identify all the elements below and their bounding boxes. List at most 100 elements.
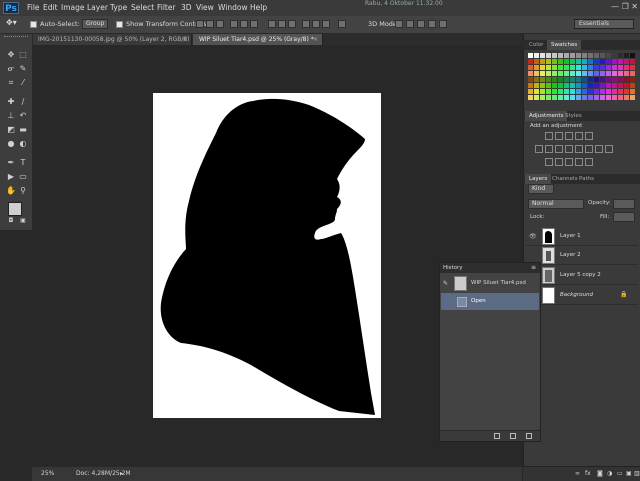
layer-row[interactable]: Layer 2 [526, 246, 638, 265]
distribute-top-icon[interactable] [268, 20, 276, 28]
swatch-cell[interactable] [540, 77, 545, 82]
swatch-cell[interactable] [576, 59, 581, 64]
swatch-cell[interactable] [618, 95, 623, 100]
swatch-cell[interactable] [600, 83, 605, 88]
auto-align-icon[interactable] [338, 20, 346, 28]
adjustment-icon[interactable] [585, 158, 593, 166]
swatch-cell[interactable] [618, 65, 623, 70]
adjustment-icon[interactable] [575, 158, 583, 166]
swatch-cell[interactable] [576, 89, 581, 94]
adjustment-icon[interactable] [555, 145, 563, 153]
auto-select-dropdown[interactable]: Group [82, 19, 108, 29]
dodge-icon[interactable]: ◐ [18, 139, 28, 149]
marquee-icon[interactable]: ⬚ [18, 50, 28, 60]
toolbox-grip[interactable] [4, 36, 28, 39]
document-canvas[interactable] [153, 93, 381, 418]
shape-icon[interactable]: ▭ [18, 172, 28, 182]
swatch-cell[interactable] [528, 83, 533, 88]
swatch-cell[interactable] [624, 65, 629, 70]
swatch-cell[interactable] [606, 71, 611, 76]
blend-mode-dropdown[interactable]: Normal [528, 199, 584, 209]
crop-icon[interactable]: ⌗ [6, 78, 16, 88]
swatch-cell[interactable] [594, 83, 599, 88]
3d-slide-icon[interactable] [428, 20, 436, 28]
3d-rotate-icon[interactable] [395, 20, 403, 28]
swatch-cell[interactable] [540, 83, 545, 88]
move-tool-preset-icon[interactable]: ✥▾ [6, 18, 17, 27]
adjustment-icon[interactable] [595, 145, 603, 153]
swatch-cell[interactable] [528, 95, 533, 100]
swatch-cell[interactable] [528, 71, 533, 76]
adjustment-icon[interactable] [565, 132, 573, 140]
align-center-icon[interactable] [240, 20, 248, 28]
swatch-cell[interactable] [582, 71, 587, 76]
swatch-cell[interactable] [558, 59, 563, 64]
swatch-cell[interactable] [630, 59, 635, 64]
blur-icon[interactable]: ● [6, 139, 16, 149]
swatch-cell[interactable] [552, 71, 557, 76]
swatch-cell[interactable] [528, 59, 533, 64]
swatch-cell[interactable] [534, 71, 539, 76]
swatch-cell[interactable] [612, 83, 617, 88]
swatch-cell[interactable] [564, 59, 569, 64]
swatch-cell[interactable] [630, 83, 635, 88]
swatch-cell[interactable] [546, 83, 551, 88]
adjustment-icon[interactable] [565, 158, 573, 166]
history-step-row[interactable]: Open [441, 293, 539, 310]
swatch-cell[interactable] [624, 59, 629, 64]
distribute-bottom-icon[interactable] [288, 20, 296, 28]
menu-type[interactable]: Type [110, 3, 127, 12]
swatch-cell[interactable] [570, 89, 575, 94]
fx-icon[interactable]: fx [585, 470, 591, 477]
swatch-cell[interactable] [588, 65, 593, 70]
swatch-cell[interactable] [624, 95, 629, 100]
swatch-cell[interactable] [606, 83, 611, 88]
swatch-cell[interactable] [570, 53, 575, 58]
adjustment-icon[interactable] [545, 145, 553, 153]
swatch-cell[interactable] [546, 65, 551, 70]
swatch-cell[interactable] [576, 65, 581, 70]
align-bottom-icon[interactable] [216, 20, 224, 28]
swatch-cell[interactable] [624, 77, 629, 82]
swatch-cell[interactable] [576, 71, 581, 76]
history-snapshot-row[interactable]: ✎ WIP Siluet Tiar4.psd [441, 275, 539, 292]
eraser-icon[interactable]: ◩ [6, 125, 16, 135]
menu-view[interactable]: View [196, 3, 214, 12]
swatch-cell[interactable] [630, 95, 635, 100]
history-panel-title[interactable]: History [440, 263, 540, 273]
quick-mask-icon[interactable]: ◘ [6, 216, 16, 226]
layer-name[interactable]: Layer 5 copy 2 [560, 272, 601, 278]
swatch-cell[interactable] [534, 89, 539, 94]
swatch-cell[interactable] [552, 89, 557, 94]
history-brush-icon[interactable]: ↶ [18, 111, 28, 121]
screen-mode-icon[interactable]: ▣ [18, 216, 28, 226]
swatch-cell[interactable] [600, 59, 605, 64]
swatch-cell[interactable] [624, 71, 629, 76]
align-top-icon[interactable] [196, 20, 204, 28]
layer-row[interactable]: 👁 Layer 1 [526, 227, 638, 246]
layer-name[interactable]: Layer 1 [560, 233, 581, 239]
swatch-cell[interactable] [540, 89, 545, 94]
swatch-cell[interactable] [612, 71, 617, 76]
trash-icon[interactable]: ▥ [634, 470, 640, 477]
tab-paths[interactable]: Paths [575, 174, 598, 184]
swatch-cell[interactable] [558, 53, 563, 58]
swatch-cell[interactable] [630, 77, 635, 82]
distribute-middle-icon[interactable] [278, 20, 286, 28]
swatch-cell[interactable] [594, 95, 599, 100]
swatch-cell[interactable] [606, 89, 611, 94]
3d-pan-icon[interactable] [417, 20, 425, 28]
adjustment-icon[interactable] [585, 145, 593, 153]
status-menu-icon[interactable]: ▸ [120, 470, 123, 477]
mask-icon[interactable]: ◙ [597, 470, 603, 477]
swatch-cell[interactable] [588, 53, 593, 58]
adjustment-icon[interactable] [555, 132, 563, 140]
swatch-cell[interactable] [528, 89, 533, 94]
swatch-cell[interactable] [570, 65, 575, 70]
swatch-cell[interactable] [624, 53, 629, 58]
swatch-cell[interactable] [606, 95, 611, 100]
swatch-cell[interactable] [558, 71, 563, 76]
swatch-cell[interactable] [582, 89, 587, 94]
swatch-cell[interactable] [600, 95, 605, 100]
swatch-cell[interactable] [588, 71, 593, 76]
